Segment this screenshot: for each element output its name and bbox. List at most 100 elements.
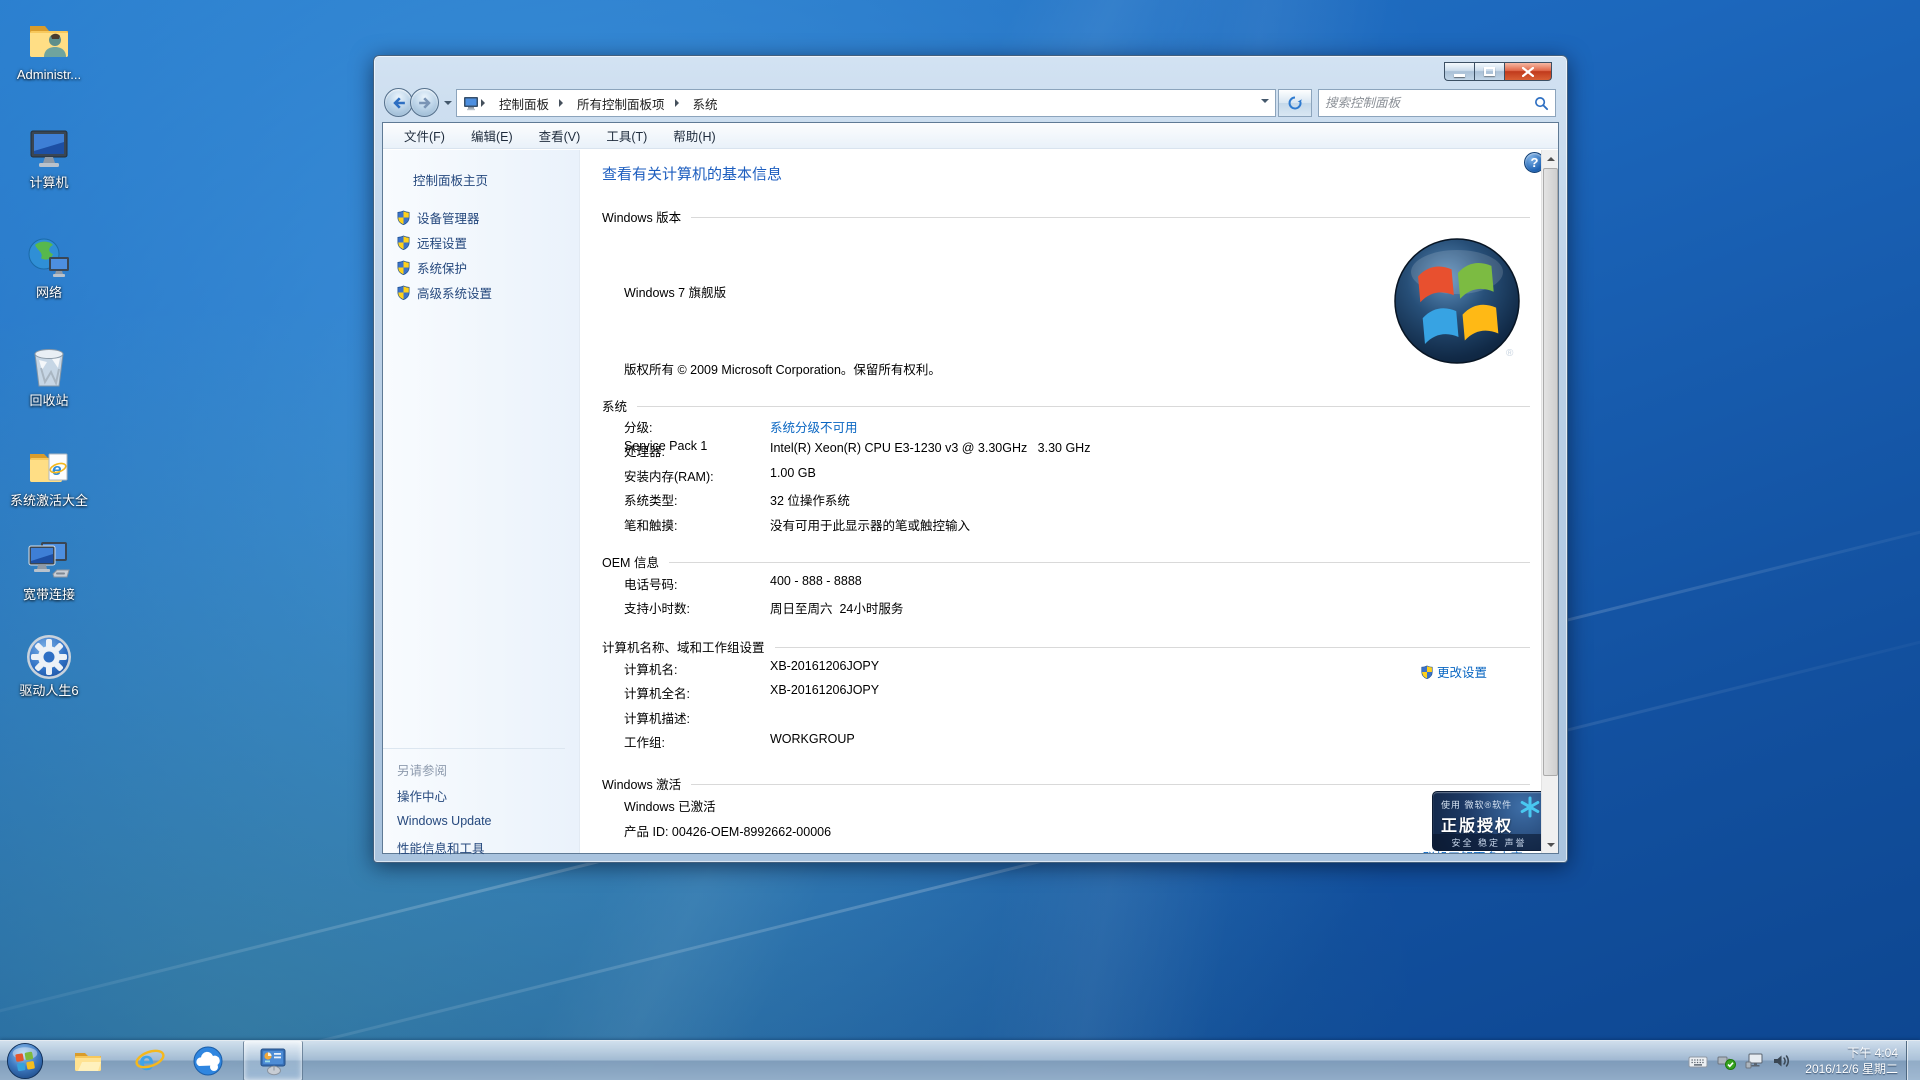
change-settings-label: 更改设置 (1437, 662, 1487, 681)
row-value: 1.00 GB (770, 466, 816, 490)
start-button[interactable] (6, 1042, 44, 1080)
scrollbar-thumb[interactable] (1543, 168, 1558, 776)
sidebar-item-action-center[interactable]: 操作中心 (383, 782, 565, 808)
activation-folder-icon: e (2, 440, 96, 490)
breadcrumb: 控制面板 所有控制面板项 系统 (456, 89, 1276, 117)
row-workgroup: 工作组: WORKGROUP (624, 732, 879, 756)
row-value: Intel(R) Xeon(R) CPU E3-1230 v3 @ 3.30GH… (770, 441, 1090, 465)
show-desktop-button[interactable] (1906, 1041, 1920, 1080)
computer-name-rows: 计算机名: XB-20161206JOPY 计算机全名: XB-20161206… (624, 659, 879, 757)
sidebar-item-advanced-system-settings[interactable]: 高级系统设置 (383, 280, 579, 305)
sidebar-item-device-manager[interactable]: 设备管理器 (383, 205, 579, 230)
uac-shield-icon (1420, 665, 1434, 679)
row-label: 电话号码: (624, 574, 770, 598)
row-memory: 安装内存(RAM): 1.00 GB (624, 466, 1090, 490)
close-button[interactable] (1504, 62, 1552, 81)
taskbar-active-window-button[interactable] (243, 1041, 303, 1080)
section-rule (775, 647, 1530, 648)
clock-time: 下午 4:04 (1847, 1045, 1898, 1061)
search-icon[interactable] (1534, 96, 1549, 111)
desktop-icon-activation-folder[interactable]: e 系统激活大全 (2, 440, 96, 508)
genuine-software-badge[interactable]: 使用 微软®软件 正版授权 安全 稳定 声誉 (1432, 791, 1546, 851)
taskbar-ie-button[interactable]: e (134, 1045, 166, 1077)
maximize-button[interactable] (1474, 62, 1504, 81)
scroll-up-button[interactable] (1542, 150, 1558, 167)
minimize-button[interactable] (1444, 62, 1474, 81)
menu-edit[interactable]: 编辑(E) (458, 122, 526, 149)
breadcrumb-separator (675, 99, 683, 107)
network-tray-icon[interactable] (1745, 1053, 1764, 1069)
back-arrow-icon (390, 94, 408, 112)
menu-bar: 文件(F) 编辑(E) 查看(V) 工具(T) 帮助(H) (383, 123, 1558, 149)
menu-tools[interactable]: 工具(T) (593, 122, 660, 149)
forward-button[interactable] (410, 88, 439, 117)
row-label: 计算机全名: (624, 683, 770, 707)
taskbar-clock[interactable]: 下午 4:04 2016/12/6 星期二 (1805, 1041, 1898, 1080)
breadcrumb-system[interactable]: 系统 (685, 91, 726, 116)
internet-explorer-icon: e (134, 1045, 166, 1077)
breadcrumb-all-items[interactable]: 所有控制面板项 (569, 91, 673, 116)
section-header-label: 计算机名称、域和工作组设置 (602, 637, 765, 656)
menu-help[interactable]: 帮助(H) (660, 122, 728, 149)
desktop-icon-broadband[interactable]: 宽带连接 (2, 534, 96, 602)
main-content: ? 查看有关计算机的基本信息 Windows 版本 Windows 7 旗舰版 … (580, 150, 1558, 853)
sidebar-item-control-panel-home[interactable]: 控制面板主页 (413, 170, 579, 189)
keyboard-tray-icon[interactable] (1688, 1054, 1708, 1069)
taskbar-explorer-button[interactable] (72, 1045, 104, 1077)
desktop-icon-computer[interactable]: 计算机 (2, 122, 96, 190)
breadcrumb-separator (559, 99, 567, 107)
change-settings-link[interactable]: 更改设置 (1420, 662, 1487, 681)
row-value: 32 位操作系统 (770, 490, 850, 514)
row-computer-name: 计算机名: XB-20161206JOPY (624, 659, 879, 683)
section-oem: OEM 信息 (602, 552, 1530, 571)
desktop-icon-label: 网络 (2, 285, 96, 300)
desktop-icon-network[interactable]: 网络 (2, 232, 96, 300)
window-body: 控制面板主页 设备管理器 (383, 150, 1558, 853)
desktop-background: Administr... 计算机 网络 (0, 0, 1920, 1080)
breadcrumb-control-panel[interactable]: 控制面板 (491, 91, 557, 116)
search-box (1318, 89, 1556, 117)
row-label: 笔和触摸: (624, 515, 770, 539)
desktop-icon-administrator[interactable]: Administr... (2, 14, 96, 82)
scroll-down-button[interactable] (1542, 836, 1558, 853)
row-system-type: 系统类型: 32 位操作系统 (624, 490, 1090, 514)
section-windows-version: Windows 版本 (602, 207, 1530, 226)
usb-device-tray-icon[interactable] (1717, 1053, 1736, 1070)
menu-view[interactable]: 查看(V) (526, 122, 594, 149)
clock-date: 2016/12/6 星期二 (1805, 1061, 1898, 1077)
sidebar-item-remote-settings[interactable]: 远程设置 (383, 230, 579, 255)
desktop-icon-recycle-bin[interactable]: 回收站 (2, 340, 96, 408)
desktop-icon-driver-life[interactable]: 驱动人生6 (2, 630, 96, 698)
close-icon (1522, 67, 1534, 77)
control-panel-icon (257, 1045, 289, 1077)
system-page-icon (463, 95, 479, 111)
search-input[interactable] (1325, 96, 1534, 110)
recent-pages-chevron[interactable] (444, 101, 452, 109)
row-label: 计算机名: (624, 659, 770, 683)
vertical-scrollbar[interactable] (1541, 150, 1558, 853)
maximize-icon (1484, 67, 1495, 76)
system-tray (1688, 1041, 1790, 1080)
uac-shield-icon (396, 210, 411, 225)
taskbar-browser-button[interactable] (192, 1045, 224, 1077)
volume-tray-icon[interactable] (1773, 1053, 1790, 1069)
desktop-icon-label: 驱动人生6 (2, 683, 96, 698)
desktop-icon-label: Administr... (2, 67, 96, 82)
address-dropdown-chevron[interactable] (1261, 99, 1269, 107)
learn-more-online-link[interactable]: 联机了解更多内容 (1423, 847, 1523, 853)
back-button[interactable] (384, 88, 413, 117)
sidebar-item-system-protection[interactable]: 系统保护 (383, 255, 579, 280)
rating-unavailable-link[interactable]: 系统分级不可用 (770, 417, 858, 441)
sidebar-item-windows-update[interactable]: Windows Update (383, 808, 565, 834)
row-phone: 电话号码: 400 - 888 - 8888 (624, 574, 903, 598)
menu-file[interactable]: 文件(F) (391, 122, 458, 149)
row-full-computer-name: 计算机全名: XB-20161206JOPY (624, 683, 879, 707)
row-value: 400 - 888 - 8888 (770, 574, 862, 598)
section-system: 系统 (602, 396, 1530, 415)
section-windows-activation: Windows 激活 (602, 774, 1530, 793)
refresh-button[interactable] (1278, 89, 1312, 117)
forward-arrow-icon (416, 94, 434, 112)
sidebar-item-performance-tools[interactable]: 性能信息和工具 (383, 834, 565, 860)
svg-text:®: ® (1506, 348, 1514, 359)
window-client-area: 文件(F) 编辑(E) 查看(V) 工具(T) 帮助(H) 控制面板主页 (382, 122, 1559, 854)
